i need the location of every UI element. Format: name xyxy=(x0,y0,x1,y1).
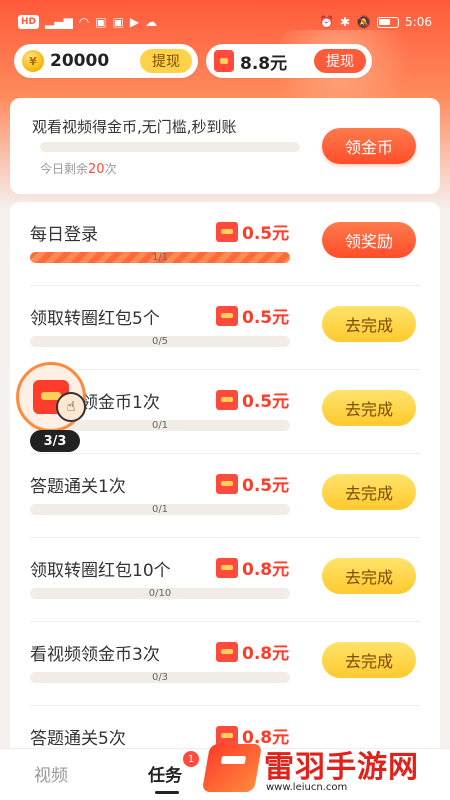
mute-icon: 🔕 xyxy=(356,15,372,29)
app-notify-icon-2: ▣ xyxy=(112,15,124,29)
signal-icon: ▂▄▆ xyxy=(45,15,73,29)
active-tab-indicator xyxy=(155,791,179,794)
red-envelope-icon xyxy=(216,473,238,494)
remain-prefix: 今日剩余 xyxy=(40,162,89,176)
task-reward-amount: 0.5元 xyxy=(242,308,290,328)
cloud-icon: ☁ xyxy=(145,15,158,29)
task-row: 看视频领金币3次 0.8元 0/3 去完成 xyxy=(10,622,440,706)
claim-coins-button[interactable]: 领金币 xyxy=(322,128,416,164)
red-envelope-icon xyxy=(216,557,238,578)
task-name: 答题通关5次 xyxy=(30,729,126,749)
wifi-icon: ◠ xyxy=(78,15,90,29)
task-name: 领取转圈红包5个 xyxy=(30,309,160,329)
coin-icon: ¥ xyxy=(22,50,44,72)
coins-balance: 20000 xyxy=(50,51,110,71)
task-progress-text: 0/1 xyxy=(151,504,169,515)
task-reward: 0.5元 xyxy=(216,471,289,496)
task-progress-text: 0/5 xyxy=(151,336,169,347)
go-complete-button[interactable]: 去完成 xyxy=(322,390,416,426)
watermark-title: 雷羽手游网 xyxy=(264,750,419,785)
task-name: 答题通关1次 xyxy=(30,477,126,497)
status-left: HD ▂▄▆ ◠ ▣ ▣ ▶ ☁ xyxy=(18,15,157,29)
claim-reward-button[interactable]: 领奖励 xyxy=(322,222,416,258)
watermark-logo-icon xyxy=(201,744,263,792)
cash-balance: 8.8元 xyxy=(240,53,288,74)
task-reward: 0.5元 xyxy=(216,303,289,328)
red-envelope-icon xyxy=(216,305,238,326)
watermark-url: www.leiucn.com xyxy=(266,782,348,793)
task-progress-text: 0/10 xyxy=(148,588,172,599)
play-icon: ▶ xyxy=(129,15,140,29)
task-name: 每日登录 xyxy=(30,225,98,245)
floating-count-badge: 3/3 xyxy=(30,430,80,452)
coins-wallet: ¥ 20000 提现 xyxy=(14,44,198,78)
remain-count: 20 xyxy=(88,162,105,177)
red-envelope-icon xyxy=(216,389,238,410)
go-complete-button[interactable]: 去完成 xyxy=(322,474,416,510)
video-progress-track xyxy=(40,142,300,152)
red-envelope-icon xyxy=(214,50,234,72)
task-reward: 0.5元 xyxy=(216,387,289,412)
video-remaining: 今日剩余20次 xyxy=(40,160,117,177)
go-complete-button[interactable]: 去完成 xyxy=(322,642,416,678)
video-reward-card: 观看视频得金币,无门槛,秒到账 今日剩余20次 领金币 xyxy=(10,98,440,194)
status-right: ⏰ ✱ 🔕 5:06 xyxy=(319,15,432,29)
wallet-row: ¥ 20000 提现 8.8元 提现 xyxy=(14,44,436,80)
red-envelope-icon xyxy=(216,641,238,662)
bluetooth-icon: ✱ xyxy=(340,15,351,29)
go-complete-button[interactable]: 去完成 xyxy=(322,558,416,594)
status-bar: HD ▂▄▆ ◠ ▣ ▣ ▶ ☁ ⏰ ✱ 🔕 5:06 xyxy=(0,0,450,44)
task-reward-amount: 0.8元 xyxy=(242,644,290,664)
tasks-badge: 1 xyxy=(183,751,199,767)
app-notify-icon: ▣ xyxy=(95,15,107,29)
coins-withdraw-button[interactable]: 提现 xyxy=(140,49,192,73)
status-time: 5:06 xyxy=(405,15,432,29)
task-row: 领取转圈红包5个 0.5元 0/5 去完成 xyxy=(10,286,440,370)
task-name: 领取转圈红包10个 xyxy=(30,561,171,581)
task-progress-text: 0/3 xyxy=(151,672,169,683)
task-reward: 0.5元 xyxy=(216,219,289,244)
task-row: 领取转圈红包10个 0.8元 0/10 去完成 xyxy=(10,538,440,622)
task-name: 看视频领金币3次 xyxy=(30,645,160,665)
tap-hand-icon: ☝ xyxy=(56,392,86,422)
floating-red-envelope-widget[interactable]: ☝ 3/3 xyxy=(16,362,96,452)
task-reward: 0.8元 xyxy=(216,555,289,580)
site-watermark: 雷羽手游网 www.leiucn.com xyxy=(200,738,450,800)
task-reward: 0.8元 xyxy=(216,639,289,664)
task-reward-amount: 0.8元 xyxy=(242,560,290,580)
remain-suffix: 次 xyxy=(104,162,117,176)
alarm-icon: ⏰ xyxy=(319,15,335,29)
task-reward-amount: 0.5元 xyxy=(242,392,290,412)
task-row: 每日登录 0.5元 1/1 领奖励 xyxy=(10,202,440,286)
task-list: 每日登录 0.5元 1/1 领奖励 领取转圈红包5个 0.5元 0/5 去完成 … xyxy=(10,202,440,762)
task-reward-amount: 0.5元 xyxy=(242,224,290,244)
cash-withdraw-button[interactable]: 提现 xyxy=(314,49,366,73)
hd-badge: HD xyxy=(18,15,40,29)
battery-icon xyxy=(377,16,400,28)
red-envelope-icon xyxy=(216,221,238,242)
task-progress-text: 1/1 xyxy=(151,252,169,263)
tab-video[interactable]: 视频 xyxy=(34,761,68,786)
cash-wallet: 8.8元 提现 xyxy=(206,44,372,78)
tab-tasks[interactable]: 任务 xyxy=(148,761,182,786)
go-complete-button[interactable]: 去完成 xyxy=(322,306,416,342)
task-reward-amount: 0.5元 xyxy=(242,476,290,496)
task-row: 答题通关1次 0.5元 0/1 去完成 xyxy=(10,454,440,538)
